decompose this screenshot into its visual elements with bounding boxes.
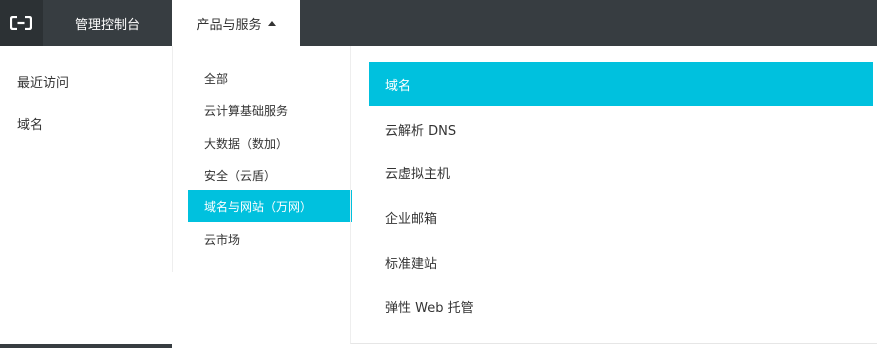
product-item-domain[interactable]: 域名 — [369, 62, 873, 106]
category-item-marketplace[interactable]: 云市场 — [188, 223, 352, 255]
logo-button[interactable] — [0, 0, 42, 46]
caret-up-icon — [267, 20, 276, 26]
alibaba-cloud-logo-icon — [10, 16, 32, 30]
category-item-all[interactable]: 全部 — [188, 62, 352, 94]
product-item-virtual-host[interactable]: 云虚拟主机 — [369, 150, 873, 194]
top-navigation-bar: 管理控制台 产品与服务 — [0, 0, 877, 46]
bottom-edge-bar — [0, 344, 172, 348]
product-list: 域名 云解析 DNS 云虚拟主机 企业邮箱 标准建站 弹性 Web 托管 — [350, 46, 877, 344]
recent-visits-title: 最近访问 — [17, 76, 70, 91]
product-item-enterprise-mail[interactable]: 企业邮箱 — [369, 195, 873, 239]
product-item-standard-site[interactable]: 标准建站 — [369, 240, 873, 284]
products-menu-button[interactable]: 产品与服务 — [172, 0, 300, 46]
products-label: 产品与服务 — [196, 17, 262, 33]
category-item-cloud-computing[interactable]: 云计算基础服务 — [188, 94, 352, 126]
recent-visits-panel: 最近访问 域名 — [0, 46, 172, 346]
product-item-dns[interactable]: 云解析 DNS — [369, 107, 873, 151]
category-list: 全部 云计算基础服务 大数据（数加） 安全（云盾） 域名与网站（万网） 云市场 — [172, 46, 352, 272]
product-item-web-hosting[interactable]: 弹性 Web 托管 — [369, 284, 873, 328]
console-link[interactable]: 管理控制台 — [42, 0, 172, 46]
category-item-security[interactable]: 安全（云盾） — [188, 159, 352, 191]
console-label: 管理控制台 — [74, 17, 140, 33]
recent-item-domain[interactable]: 域名 — [17, 114, 43, 133]
category-item-domain-website[interactable]: 域名与网站（万网） — [188, 190, 352, 222]
category-item-big-data[interactable]: 大数据（数加） — [188, 127, 352, 159]
